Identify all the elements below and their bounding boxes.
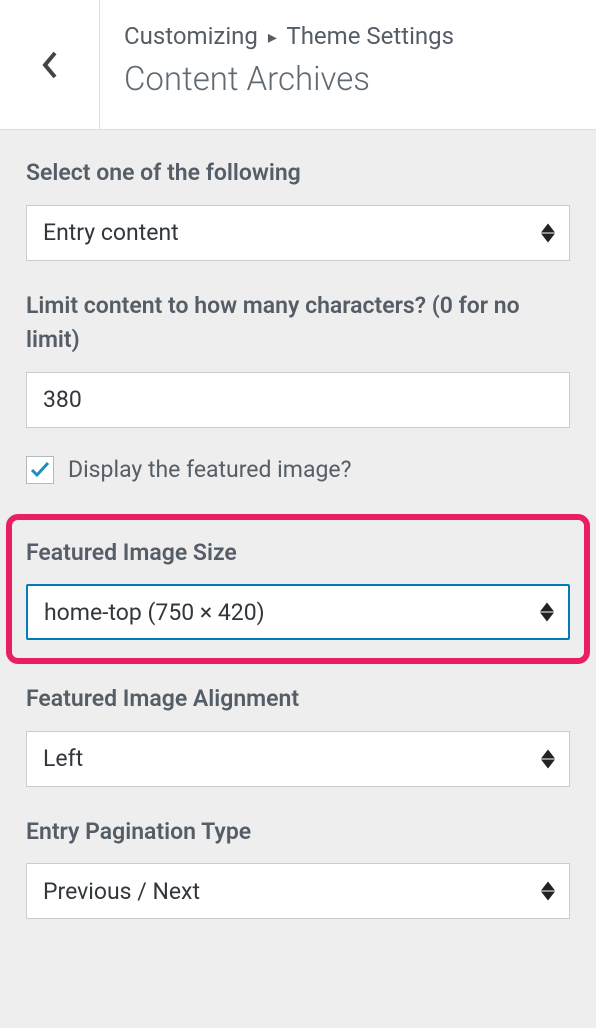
breadcrumb-parent: Customizing — [124, 22, 258, 50]
field-char-limit: Limit content to how many characters? (0… — [26, 289, 570, 428]
chevron-left-icon — [41, 51, 59, 79]
pagination-value: Previous / Next — [43, 878, 200, 905]
checkmark-icon — [29, 459, 51, 481]
field-display-featured: Display the featured image? — [26, 456, 570, 484]
pagination-select[interactable]: Previous / Next — [26, 863, 570, 919]
display-featured-checkbox[interactable] — [26, 456, 54, 484]
header-text: Customizing ▸ Theme Settings Content Arc… — [100, 0, 596, 129]
content-type-label: Select one of the following — [26, 156, 570, 191]
display-featured-label: Display the featured image? — [68, 456, 351, 483]
select-arrows-icon — [541, 882, 555, 901]
content-type-select[interactable]: Entry content — [26, 205, 570, 261]
image-alignment-label: Featured Image Alignment — [26, 682, 570, 717]
char-limit-input[interactable] — [26, 372, 570, 428]
highlight-annotation: Featured Image Size home-top (750 × 420) — [6, 514, 590, 665]
image-size-label: Featured Image Size — [26, 536, 570, 571]
breadcrumb-separator-icon: ▸ — [268, 27, 277, 48]
image-alignment-select[interactable]: Left — [26, 731, 570, 787]
field-content-type: Select one of the following Entry conten… — [26, 156, 570, 261]
select-arrows-icon — [541, 223, 555, 242]
pagination-label: Entry Pagination Type — [26, 815, 570, 850]
field-image-size: Featured Image Size home-top (750 × 420) — [26, 536, 570, 641]
breadcrumb: Customizing ▸ Theme Settings — [124, 22, 572, 50]
image-alignment-value: Left — [43, 745, 83, 772]
customizer-header: Customizing ▸ Theme Settings Content Arc… — [0, 0, 596, 130]
page-title: Content Archives — [124, 60, 572, 99]
customizer-content: Select one of the following Entry conten… — [0, 130, 596, 1028]
select-arrows-icon — [541, 749, 555, 768]
char-limit-label: Limit content to how many characters? (0… — [26, 289, 570, 358]
image-size-value: home-top (750 × 420) — [44, 599, 265, 626]
field-image-alignment: Featured Image Alignment Left — [26, 682, 570, 787]
field-pagination: Entry Pagination Type Previous / Next — [26, 815, 570, 920]
back-button[interactable] — [0, 0, 100, 129]
select-arrows-icon — [540, 603, 554, 622]
content-type-value: Entry content — [43, 219, 179, 246]
image-size-select[interactable]: home-top (750 × 420) — [26, 584, 570, 640]
breadcrumb-current: Theme Settings — [286, 22, 454, 50]
